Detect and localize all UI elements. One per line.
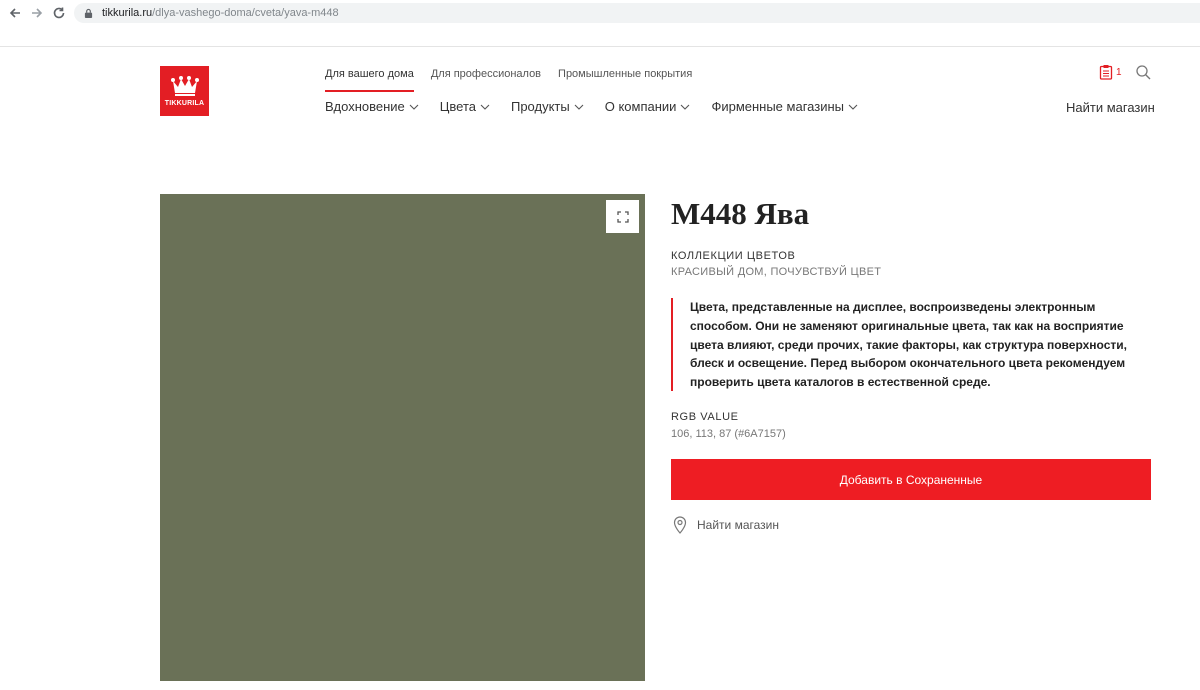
rgb-label: RGB VALUE	[671, 411, 739, 423]
divider	[0, 46, 1200, 47]
nav-label: Цвета	[439, 99, 476, 114]
expand-button[interactable]	[606, 200, 639, 233]
saved-count-badge: 1	[1116, 66, 1122, 78]
url-host: tikkurila.ru	[102, 7, 153, 19]
collections-value: КРАСИВЫЙ ДОМ, ПОЧУВСТВУЙ ЦВЕТ	[671, 266, 882, 278]
reload-icon[interactable]	[50, 4, 68, 22]
color-swatch	[160, 194, 645, 681]
chevron-down-icon	[409, 104, 419, 110]
find-store-link[interactable]: Найти магазин	[673, 516, 779, 534]
header-tools: 1	[1099, 64, 1151, 80]
find-store-label: Найти магазин	[697, 518, 779, 532]
chevron-down-icon	[574, 104, 584, 110]
address-bar[interactable]: tikkurila.ru/dlya-vashego-doma/cveta/yav…	[74, 3, 1200, 23]
main-navigation: Вдохновение Цвета Продукты О компании Фи…	[325, 99, 879, 114]
color-disclaimer: Цвета, представленные на дисплее, воспро…	[671, 298, 1151, 391]
url-path: /dlya-vashego-doma/cveta/yava-m448	[152, 7, 339, 19]
segment-links: Для вашего дома Для профессионалов Промы…	[325, 68, 709, 92]
chevron-down-icon	[480, 104, 490, 110]
tikkurila-logo[interactable]: TIKKURILA	[160, 66, 209, 116]
nav-label: Фирменные магазины	[711, 99, 844, 114]
nav-stores[interactable]: Фирменные магазины	[711, 99, 858, 114]
nav-label: О компании	[604, 99, 677, 114]
top-link-industrial[interactable]: Промышленные покрытия	[558, 68, 692, 92]
nav-colors[interactable]: Цвета	[440, 99, 490, 114]
chevron-down-icon	[681, 104, 690, 110]
lock-icon	[84, 7, 94, 19]
disclaimer-text: Цвета, представленные на дисплее, воспро…	[690, 300, 1127, 390]
back-arrow-icon[interactable]	[6, 4, 24, 22]
expand-icon	[616, 210, 629, 223]
color-title: M448 Ява	[671, 196, 810, 231]
clipboard-icon[interactable]	[1099, 64, 1113, 80]
rgb-value: 106, 113, 87 (#6A7157)	[671, 428, 786, 440]
nav-label: Вдохновение	[325, 99, 405, 114]
location-pin-icon	[673, 516, 687, 534]
crown-icon	[170, 76, 199, 96]
find-store-link-header[interactable]: Найти магазин	[1066, 100, 1155, 115]
nav-label: Продукты	[510, 99, 570, 114]
top-link-professionals[interactable]: Для профессионалов	[431, 68, 541, 92]
chevron-down-icon	[848, 104, 858, 110]
logo-text: TIKKURILA	[164, 100, 205, 107]
browser-toolbar: tikkurila.ru/dlya-vashego-doma/cveta/yav…	[0, 0, 1200, 26]
nav-inspiration[interactable]: Вдохновение	[325, 99, 419, 114]
top-link-home[interactable]: Для вашего дома	[325, 68, 414, 92]
nav-about[interactable]: О компании	[605, 99, 691, 114]
nav-products[interactable]: Продукты	[511, 99, 584, 114]
add-to-saved-button[interactable]: Добавить в Сохраненные	[671, 459, 1151, 500]
search-icon[interactable]	[1135, 64, 1151, 80]
forward-arrow-icon[interactable]	[28, 4, 46, 22]
collections-label: КОЛЛЕКЦИИ ЦВЕТОВ	[671, 250, 796, 262]
